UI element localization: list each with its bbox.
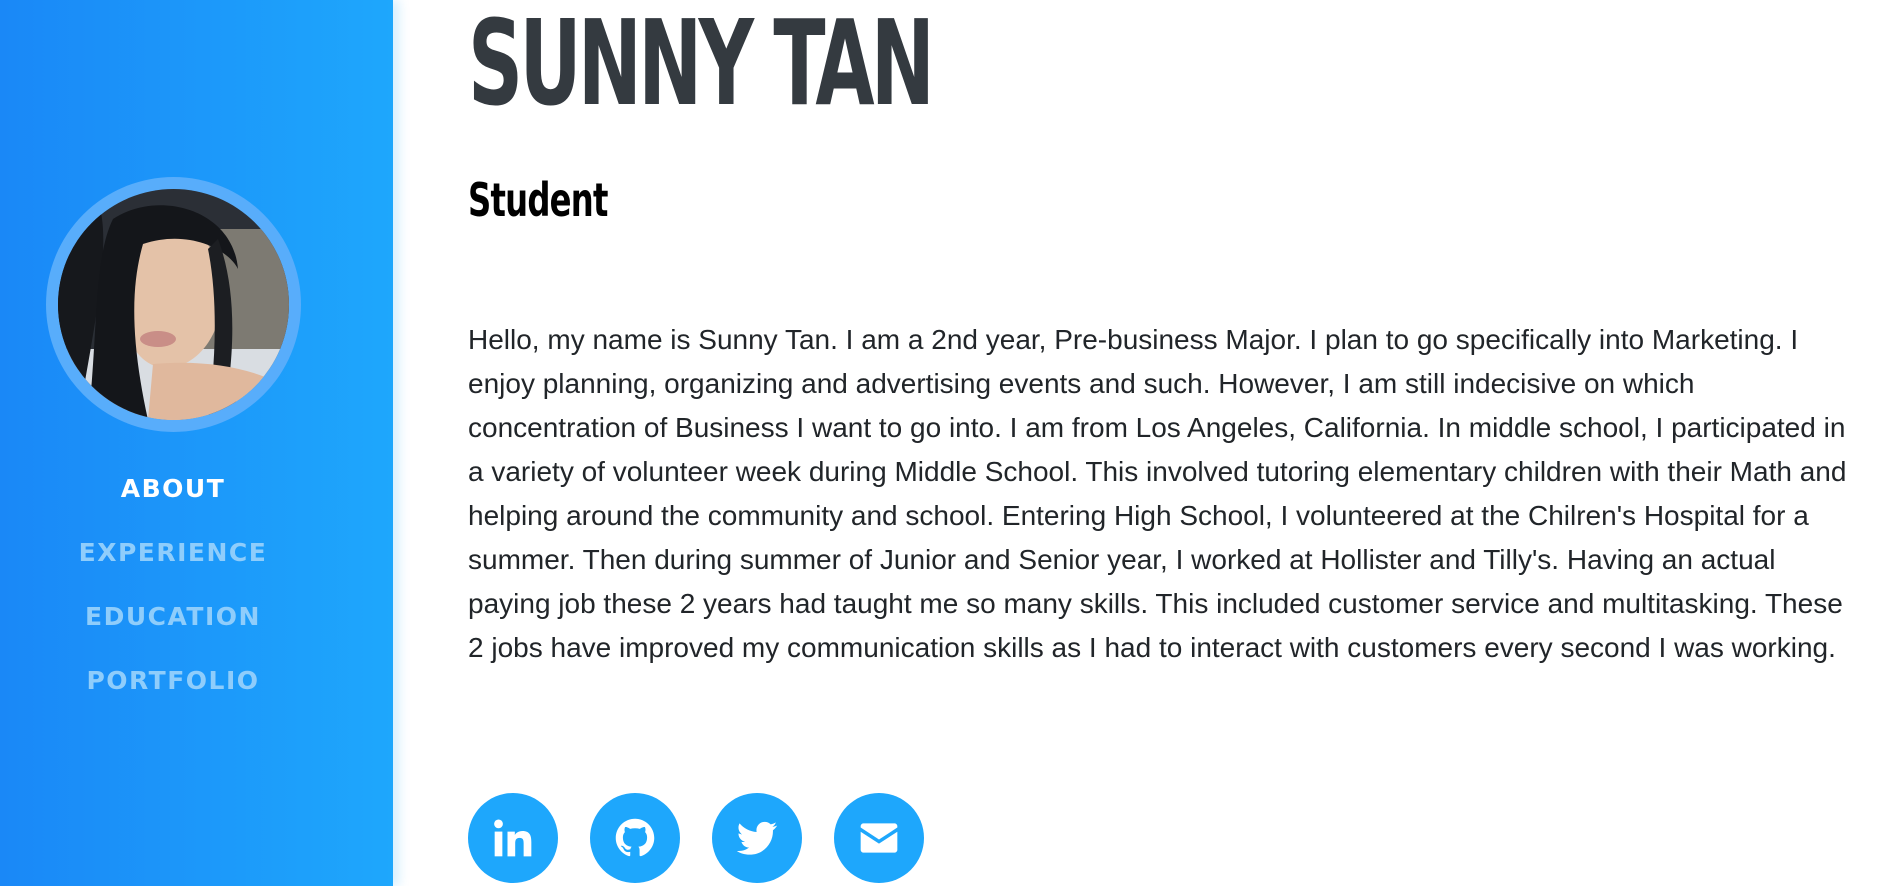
linkedin-icon: [494, 819, 532, 857]
sidebar-nav: ABOUT EXPERIENCE EDUCATION PORTFOLIO: [0, 470, 346, 726]
nav-item-education[interactable]: EDUCATION: [0, 598, 346, 662]
github-icon: [615, 818, 655, 857]
avatar-ring: [46, 177, 301, 432]
nav-item-portfolio[interactable]: PORTFOLIO: [0, 662, 346, 726]
bio-paragraph: Hello, my name is Sunny Tan. I am a 2nd …: [468, 324, 1847, 663]
page-title: SUNNY TAN: [468, 0, 935, 132]
nav-item-experience[interactable]: EXPERIENCE: [0, 534, 346, 598]
social-links: [468, 793, 924, 883]
envelope-icon: [860, 823, 898, 853]
linkedin-button[interactable]: [468, 793, 558, 883]
github-button[interactable]: [590, 793, 680, 883]
profile-photo: [58, 189, 289, 420]
avatar: [58, 189, 289, 420]
sidebar: ABOUT EXPERIENCE EDUCATION PORTFOLIO: [0, 0, 393, 886]
twitter-button[interactable]: [712, 793, 802, 883]
email-button[interactable]: [834, 793, 924, 883]
role-subtitle: Student: [468, 173, 608, 227]
twitter-icon: [736, 821, 778, 855]
nav-item-about[interactable]: ABOUT: [0, 470, 346, 534]
